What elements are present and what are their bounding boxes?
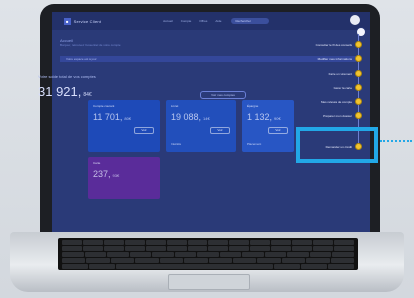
brand-name: Service Client	[73, 18, 102, 24]
menu-item[interactable]: Faire un virement	[300, 70, 362, 77]
key-row	[62, 264, 355, 269]
card-amount: 11 701,	[93, 112, 123, 122]
brand-mark: ■	[64, 17, 71, 25]
view-accounts-button[interactable]: Voir mes comptes	[200, 91, 246, 99]
card-cents: 14€	[203, 116, 210, 121]
card-amount: 1 132,	[247, 112, 273, 122]
menu-item[interactable]: Consulter le fil des conseils	[300, 41, 362, 48]
search-input[interactable]: Rechercher	[231, 18, 270, 24]
card-label: Épargne	[247, 104, 259, 108]
menu-item[interactable]: Gérer la carte	[300, 84, 362, 91]
summary-value: 31 921, 84€	[38, 84, 92, 99]
card-value: 11 701, 80€	[93, 112, 131, 122]
account-card[interactable]: Livret 19 088, 14€ Voir Intérêts	[166, 100, 236, 152]
card-cents: 93€	[112, 173, 120, 178]
nav-item[interactable]: Aide	[215, 19, 221, 23]
card-note: Placement	[247, 142, 262, 146]
key-row	[62, 240, 354, 245]
card-value: 1 132, 90€	[247, 112, 281, 122]
card-amount: 237,	[93, 169, 111, 179]
key-row	[62, 252, 354, 257]
card-label: Compte courant	[93, 104, 115, 108]
summary-amount: 31 921,	[38, 84, 82, 99]
menu-item-label: Préparer mon dossier	[323, 113, 352, 118]
nav-item[interactable]: Offres	[199, 19, 207, 23]
avatar[interactable]	[350, 15, 360, 25]
summary-label: Votre solde total de vos comptes	[38, 74, 96, 79]
card-label: Livret	[171, 104, 179, 108]
callout-dotted-line	[380, 140, 412, 142]
menu-dot-icon	[355, 70, 362, 77]
card-cents: 90€	[274, 116, 281, 121]
key-row	[62, 246, 354, 251]
card-note: Intérêts	[171, 142, 182, 146]
card-value: 237, 93€	[93, 169, 119, 179]
card-value: 19 088, 14€	[171, 112, 210, 122]
card-label: Carte	[93, 161, 101, 165]
keyboard	[58, 238, 358, 270]
nav-item[interactable]: Compte	[181, 19, 192, 23]
menu-dot-icon	[355, 84, 362, 91]
menu-dot-icon	[355, 55, 362, 62]
card-amount: 19 088,	[171, 112, 202, 122]
card-button[interactable]: Voir	[210, 127, 230, 134]
main-nav: Accueil Compte Offres Aide	[163, 19, 221, 23]
menu-item[interactable]: Préparer mon dossier	[300, 112, 362, 119]
menu-item[interactable]: Modifier mes informations	[300, 55, 362, 62]
menu-item-label: Mes relevés de compte	[320, 99, 352, 104]
summary-cents: 84€	[83, 92, 92, 98]
menu-item[interactable]: Mes relevés de compte	[300, 98, 362, 105]
trackpad	[168, 274, 250, 290]
menu-item-label: Consulter le fil des conseils	[315, 42, 352, 47]
menu-item-label: Modifier mes informations	[317, 56, 352, 61]
top-bar: ■ Service Client Accueil Compte Offres Ai…	[52, 12, 370, 30]
highlight-box	[296, 127, 378, 163]
menu-dot-icon	[355, 98, 362, 105]
menu-item-label: Faire un virement	[328, 71, 352, 76]
card-button[interactable]: Voir	[134, 127, 154, 134]
key-row	[62, 258, 355, 263]
menu-item-label: Gérer la carte	[333, 85, 352, 90]
menu-dot-icon	[355, 41, 362, 48]
brand-logo: ■ Service Client	[64, 17, 102, 25]
account-card[interactable]: Carte 237, 93€	[88, 157, 160, 199]
nav-item[interactable]: Accueil	[163, 19, 173, 23]
card-button[interactable]: Voir	[268, 127, 288, 134]
card-cents: 80€	[124, 116, 132, 121]
account-card[interactable]: Compte courant 11 701, 80€ Voir	[88, 100, 160, 152]
menu-dot-icon	[355, 112, 362, 119]
account-card[interactable]: Épargne 1 132, 90€ Voir Placement	[242, 100, 294, 152]
page-subtitle: Bonjour, retrouvez l'essentiel de votre …	[60, 43, 121, 47]
